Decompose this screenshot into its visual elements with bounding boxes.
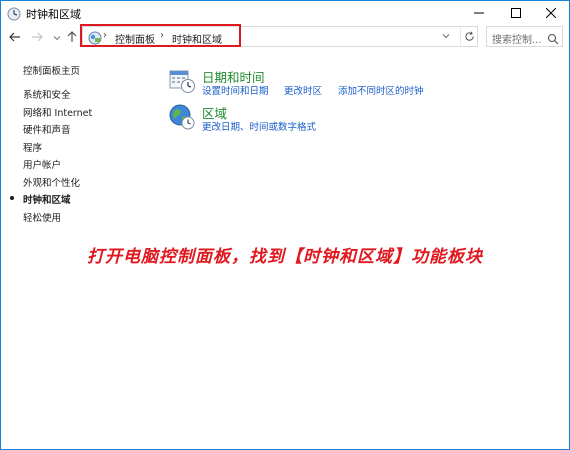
address-dropdown-icon[interactable]: [442, 32, 450, 42]
sidebar-item-programs[interactable]: 程序: [23, 140, 42, 154]
sidebar-item-user-accounts[interactable]: 用户帐户: [23, 157, 61, 171]
link-set-time-date[interactable]: 设置时间和日期: [202, 83, 269, 97]
maximize-button[interactable]: [498, 1, 534, 25]
recent-locations-button[interactable]: [49, 30, 65, 46]
clock-region-icon: [7, 6, 21, 21]
sidebar-item-ease-of-access[interactable]: 轻松使用: [23, 210, 61, 224]
link-add-clocks[interactable]: 添加不同时区的时钟: [338, 83, 424, 97]
back-button[interactable]: [7, 29, 23, 45]
globe-clock-icon[interactable]: [168, 103, 196, 131]
refresh-icon: [465, 31, 474, 41]
forward-button[interactable]: [29, 29, 45, 45]
breadcrumb-control-panel[interactable]: 控制面板: [115, 31, 155, 46]
refresh-button[interactable]: [460, 28, 478, 45]
sidebar-item-system-security[interactable]: 系统和安全: [23, 87, 71, 101]
search-box[interactable]: 搜索控制...: [486, 26, 563, 47]
calendar-clock-icon[interactable]: [168, 67, 196, 95]
current-item-bullet: [10, 196, 14, 200]
sidebar-item-clock-region[interactable]: 时钟和区域: [23, 192, 71, 206]
close-button[interactable]: [533, 1, 569, 25]
window-title: 时钟和区域: [26, 8, 81, 21]
breadcrumb-separator[interactable]: ›: [160, 30, 164, 41]
instruction-caption: 打开电脑控制面板，找到【时钟和区域】功能板块: [87, 247, 483, 267]
search-placeholder[interactable]: 搜索控制...: [492, 31, 542, 46]
title-bar[interactable]: 时钟和区域: [1, 1, 569, 25]
sidebar-item-hardware-sound[interactable]: 硬件和声音: [23, 122, 71, 136]
minimize-button[interactable]: [461, 1, 497, 25]
sidebar-item-appearance[interactable]: 外观和个性化: [23, 175, 80, 189]
search-icon[interactable]: [547, 30, 560, 45]
link-change-formats[interactable]: 更改日期、时间或数字格式: [202, 119, 316, 133]
breadcrumb-clock-region[interactable]: 时钟和区域: [172, 31, 222, 46]
sidebar-item-network[interactable]: 网络和 Internet: [23, 105, 92, 119]
link-change-timezone[interactable]: 更改时区: [284, 83, 322, 97]
breadcrumb-separator: ›: [103, 30, 107, 41]
control-panel-window: 时钟和区域 › 控制面板 › 时钟和区域 搜索控制... 控制面板主页 系统和安…: [0, 0, 570, 450]
address-bar[interactable]: › 控制面板 › 时钟和区域: [82, 26, 478, 47]
sidebar-home-link[interactable]: 控制面板主页: [23, 63, 80, 77]
control-panel-icon: [88, 30, 102, 45]
up-button[interactable]: [64, 29, 80, 45]
